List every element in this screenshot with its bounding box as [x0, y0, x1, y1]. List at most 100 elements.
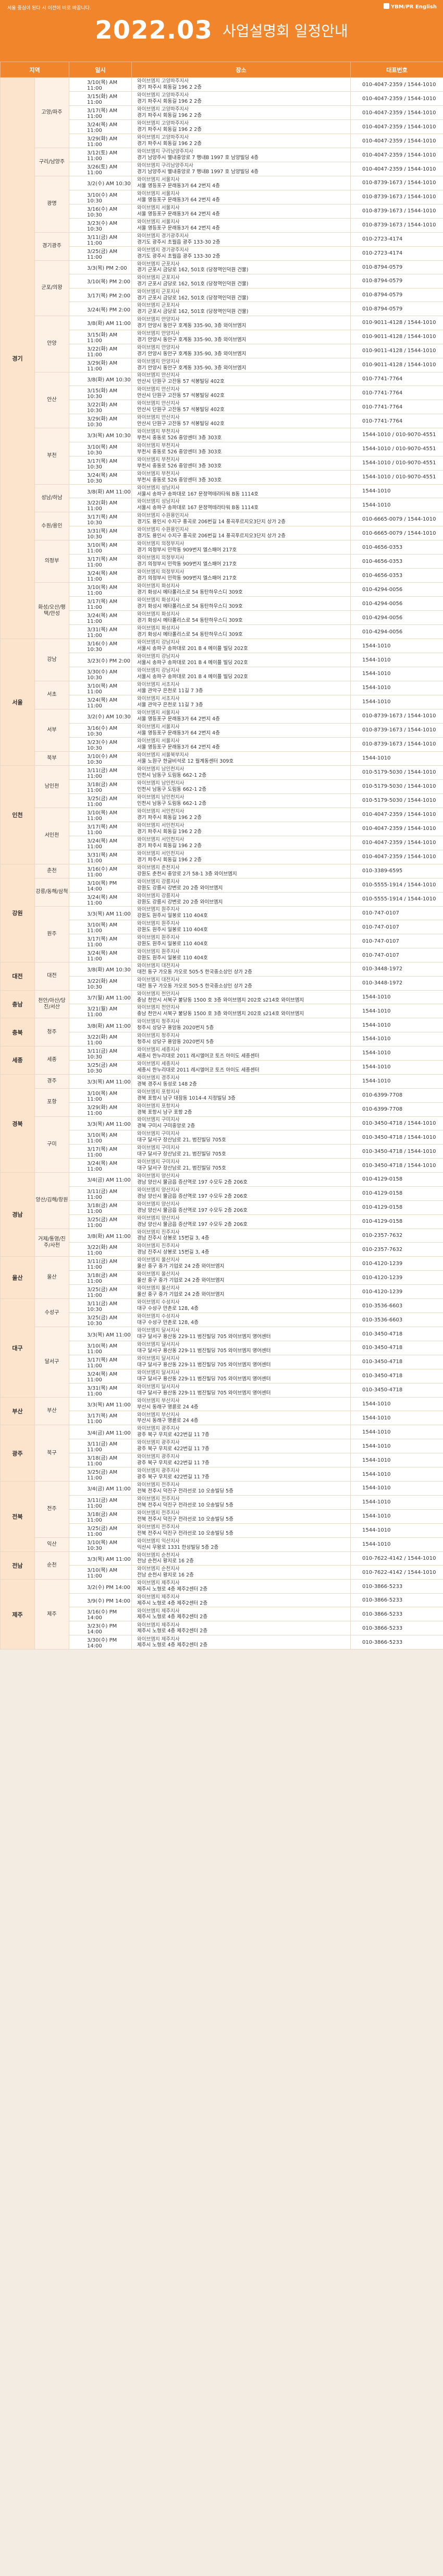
phone-cell: 010-3450-4718	[350, 1340, 443, 1355]
branch-name: 와이브엠지 화성지사	[137, 583, 180, 589]
place-cell: 와이브엠지 구미지사 대구 달서구 장산남로 21, 범진빌딩 705호	[131, 1158, 351, 1173]
address: 청주시 상당구 용암동 2020번지 5층	[137, 1039, 214, 1045]
address: 서울 영등포구 문래동3가 64 2번지 4층	[137, 730, 220, 736]
branch-name: 와이브엠지 경기광주지사	[137, 233, 189, 239]
date-cell: 3/15(화) AM 11:00	[69, 329, 132, 344]
region-cell: 대전	[0, 962, 35, 991]
place-cell: 와이브엠지 강남지사 서울시 송파구 송파대로 201 B 4 메이플 빌딩 20…	[131, 666, 351, 681]
phone-cell: 1544-1010	[350, 1439, 443, 1454]
address: 서울 영등포구 문래동3가 64 2번지 4층	[137, 211, 220, 217]
phone-cell: 1544-1010	[350, 484, 443, 499]
subregion-cell: 부천	[34, 428, 69, 485]
table-row: 충북 청주 3/8(화) AM 11:00 와이브엠지 청주지사 청주시 상당구 용암동…	[0, 1018, 443, 1046]
branch-name: 와이브엠지 부천지사	[137, 456, 180, 463]
date-cell: 3/29(화) AM 11:00	[69, 357, 132, 372]
place-cell: 와이브엠지 울산지사 울산 중구 중가 기업로 24 2층 와이브엠지	[131, 1284, 351, 1299]
branch-name: 와이브엠지 서울지사	[137, 709, 180, 716]
place-cell: 와이브엠지 서울지사 서울 영등포구 문래동3가 64 2번지 4층	[131, 218, 351, 233]
table-row: 북부 3/10(수) AM 10:30 와이브엠지 서울북부지사 서울 노원구 한글비…	[1, 751, 443, 766]
place-cell: 와이브엠지 원주지사 강원도 원주시 일봉로 110 404호	[131, 920, 351, 935]
place-cell: 와이브엠지 서인천지사 경기 파주시 회동길 196 2 2층	[131, 807, 351, 822]
phone-cell: 010-5555-1914 / 1544-1010	[350, 892, 443, 907]
address: 강원도 원주시 일봉로 110 404호	[137, 927, 208, 933]
place-cell: 와이브엠지 경기광주지사 경기도 광주시 초월읍 광주 133-30 2층	[131, 246, 351, 261]
phone-cell: 1544-1010	[350, 680, 443, 695]
branch-name: 와이브엠지 의정부지사	[137, 541, 184, 547]
address: 대구 달서구 장산남로 21, 범진빌딩 705호	[137, 1165, 226, 1172]
place-cell: 와이브엠지 구미지사 대구 달서구 장산남로 21, 범진빌딩 705호	[131, 1130, 351, 1145]
address: 전북 전주시 덕진구 전라선로 10 오송빌딩 5층	[137, 1530, 233, 1536]
branch-name: 와이브엠지 광주지사	[137, 1426, 180, 1432]
date-cell: 3/18(금) AM 11:00	[69, 779, 132, 794]
date-cell: 3/3(목) AM 11:00	[69, 1116, 132, 1131]
place-cell: 와이브엠지 군포지사 경기 군포시 금당로 162, 501호 (당정역인덕원 건…	[131, 274, 351, 288]
phone-cell: 010-8739-1673 / 1544-1010	[350, 708, 443, 724]
date-cell: 3/10(목) AM 11:00	[69, 1340, 132, 1355]
branch-name: 와이브엠지 남인천지사	[137, 780, 184, 786]
place-cell: 와이브엠지 포항지사 경북 포항시 남구 대잠동 1014-4 지정빌딩 3층	[131, 1088, 351, 1103]
region-cell: 서울	[0, 639, 35, 766]
table-row: 인천 남인천 3/11(금) AM 11:00 와이브엠지 남인천지사 인천시 남동구 …	[0, 765, 443, 864]
date-cell: 3/10(목) AM 11:00	[69, 77, 132, 92]
address: 대구 달서구 장산남로 21, 범진빌딩 705호	[137, 1137, 226, 1143]
address: 경기도 용인시 수지구 풍곡로 206번길 14 풍곡푸르지오3단지 상가 2층	[137, 519, 286, 525]
address: 경기 파주시 회동길 196 2 2층	[137, 113, 202, 118]
phone-cell: 010-4047-2359 / 1544-1010	[350, 849, 443, 864]
branch-name: 와이브엠지 강남지사	[137, 668, 180, 674]
subregion-cell: 성남/하남	[34, 484, 69, 513]
branch-name: 와이브엠지 구미지사	[137, 1145, 180, 1151]
branch-name: 와이브엠지 서울지사	[137, 738, 180, 744]
phone-cell: 1544-1010	[350, 1523, 443, 1538]
place-cell: 와이브엠지 세종지사 세종시 한누리대로 2011 레시엘어코 토즈 아이도 세종…	[131, 1045, 351, 1061]
address: 대구 달서구 용산동 229-11 범진빌딩 705 와이브엠지 영어센터	[137, 1362, 271, 1368]
phone-cell: 010-3389-6595	[350, 863, 443, 878]
phone-cell: 1544-1010	[350, 1411, 443, 1426]
branch-name: 와이브엠지 광주지사	[137, 1468, 180, 1474]
phone-cell: 010-4294-0056	[350, 624, 443, 640]
phone-cell: 1544-1010	[350, 1060, 443, 1075]
subregion-cell: 서인천	[34, 807, 69, 864]
phone-cell: 010-6399-7708	[350, 1102, 443, 1117]
branch-name: 와이브엠지 고양파주지사	[137, 92, 189, 99]
place-cell: 와이브엠지 남인천지사 인천시 남동구 도림동 662-1 2층	[131, 779, 351, 794]
branch-name: 와이브엠지 서울지사	[137, 724, 180, 730]
subregion-cell: 광명	[34, 176, 69, 233]
address: 제주시 노형로 4층 제주2센터 2층	[137, 1586, 208, 1593]
date-cell: 3/23(수) AM 10:30	[69, 737, 132, 752]
branch-name: 와이브엠지 달서지사	[137, 1356, 180, 1362]
branch-name: 와이브엠지 남인천지사	[137, 794, 184, 800]
subregion-cell: 천안/아산/당진/서산	[34, 990, 69, 1019]
branch-name: 와이브엠지 제주지사	[137, 1580, 180, 1586]
phone-cell: 1544-1010 / 010-9070-4551	[350, 455, 443, 471]
address: 제주시 노형로 4층 제주2센터 2층	[137, 1600, 208, 1606]
date-cell: 3/10(수) AM 10:30	[69, 751, 132, 766]
phone-cell: 1544-1010	[350, 1074, 443, 1089]
branch-name: 와이브엠지 전주지사	[137, 1524, 180, 1530]
address: 경기 파주시 회동길 196 2 2층	[137, 857, 202, 863]
branch-name: 와이브엠지 부천지사	[137, 429, 180, 435]
phone-cell: 010-8794-0579	[350, 287, 443, 303]
branch-name: 와이브엠지 강남지사	[137, 654, 180, 660]
address: 부산시 동래구 명륜로 24 4층	[137, 1418, 199, 1424]
branch-name: 와이브엠지 제주지사	[137, 1608, 180, 1614]
address: 경기 파주시 회동길 196 2 2층	[137, 85, 202, 90]
table-row: 경기광주 3/11(금) AM 11:00 와이브엠지 경기광주지사 경기도 광주시 …	[1, 232, 443, 261]
date-cell: 3/8(화) AM 10:30	[69, 962, 132, 977]
phone-cell: 010-3448-1972	[350, 962, 443, 977]
address: 경북 구미시 구미중앙로 2층	[137, 1123, 195, 1129]
date-cell: 3/24(목) PM 2:00	[69, 302, 132, 316]
phone-cell: 1544-1010	[350, 1509, 443, 1524]
date-cell: 3/24(목) AM 11:00	[69, 1368, 132, 1383]
subregion-cell: 경주	[34, 1074, 69, 1089]
date-cell: 3/4(금) AM 11:00	[69, 1425, 132, 1440]
date-cell: 3/24(목) AM 11:00	[69, 1158, 132, 1173]
date-cell: 3/29(화) AM 11:00	[69, 134, 132, 148]
place-cell: 와이브엠지 서울북부지사 서울 노원구 한글비석로 12 월계동센터 309호	[131, 751, 351, 766]
date-cell: 3/4(금) AM 11:00	[69, 1481, 132, 1496]
phone-cell: 010-6665-0079 / 1544-1010	[350, 526, 443, 541]
subregion-cell: 포항	[34, 1088, 69, 1117]
phone-cell: 1544-1010	[350, 1031, 443, 1046]
branch-name: 와이브엠지 안양지사	[137, 344, 180, 351]
phone-cell: 010-3450-4718 / 1544-1010	[350, 1158, 443, 1173]
place-cell: 와이브엠지 의정부지사 경기 의정부시 민락동 909번지 엘스패어 217호	[131, 554, 351, 569]
